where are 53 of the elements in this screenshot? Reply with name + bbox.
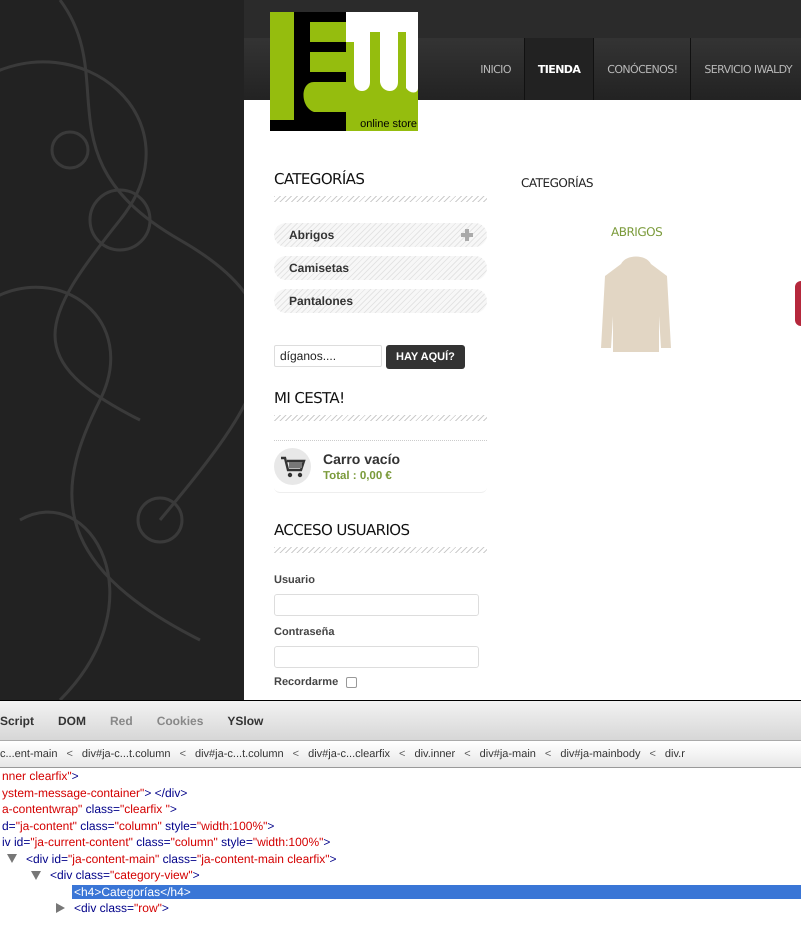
expanded-triangle-icon[interactable] (7, 854, 17, 864)
category-item[interactable]: Pantalones (274, 289, 487, 313)
breadcrumb-separator: < (180, 748, 186, 760)
plus-icon[interactable] (461, 229, 473, 241)
code-line[interactable]: iv id="ja-current-content" class="column" style="width:100%"> (0, 835, 334, 850)
search-field[interactable]: díganos.... (274, 345, 382, 367)
code-line[interactable]: a-contentwrap" class="clearfix "> (0, 802, 181, 816)
cart-total: Total : 0,00 € (323, 470, 393, 482)
logo-caption: online store (360, 118, 417, 131)
breadcrumb-separator: < (399, 748, 406, 760)
shopping-cart-icon (274, 448, 311, 485)
cart-status: Carro vacío (323, 451, 400, 467)
breadcrumb-link[interactable]: div.inner (414, 748, 456, 760)
breadcrumb-separator: < (649, 748, 656, 760)
breadcrumb-link[interactable]: c...ent-main (0, 748, 58, 760)
breadcrumb-link[interactable]: div#ja-c...t.column (82, 748, 171, 760)
page-heading: CATEGORÍAS (521, 176, 594, 190)
breadcrumb-separator: < (464, 748, 471, 760)
remember-checkbox[interactable] (346, 677, 358, 688)
expanded-triangle-icon[interactable] (31, 870, 41, 880)
module-title: ACCESO USUARIOS (274, 521, 410, 539)
breadcrumb-link[interactable]: div#ja-c...clearfix (308, 748, 390, 760)
nav-link[interactable]: INICIO (467, 38, 524, 100)
breadcrumb-link[interactable]: div.r (664, 748, 685, 760)
category-item[interactable]: Abrigos (274, 223, 487, 247)
breadcrumb-separator: < (292, 748, 300, 760)
breadcrumb-link[interactable]: div#ja-c...t.column (195, 748, 284, 760)
nav-link[interactable]: SERVICIO IWALDY (690, 38, 801, 100)
code-line[interactable]: <div class="category-view"> (48, 868, 204, 882)
breadcrumb-link[interactable]: div#ja-mainbody (560, 748, 640, 760)
code-line[interactable]: <div class="row"> (72, 901, 173, 916)
devtools-tab[interactable]: DOM (58, 714, 86, 728)
field-label: Usuario (274, 574, 316, 587)
code-line[interactable]: nner clearfix"> (0, 769, 83, 784)
breadcrumb-separator: < (66, 748, 73, 760)
remember-label: Recordarme (274, 676, 338, 689)
breadcrumb-separator: < (544, 748, 552, 760)
code-line[interactable]: d="ja-content" class="column" style="width:100%"> (0, 818, 278, 833)
module-title: CATEGORÍAS (274, 170, 366, 188)
code-line[interactable]: ystem-message-container"> </div> (0, 786, 192, 800)
nav-link[interactable]: TIENDA (524, 38, 594, 100)
devtools-tab[interactable]: YSlow (227, 714, 264, 728)
devtools-tab[interactable]: Script (0, 714, 34, 728)
breadcrumb-link[interactable]: div#ja-main (480, 748, 536, 760)
field-label: Contraseña (274, 626, 336, 639)
module-title: MI CESTA! (274, 389, 346, 407)
text-field[interactable] (274, 646, 479, 668)
search-button[interactable]: HAY AQUÍ? (386, 345, 465, 369)
code-line[interactable]: <div id="ja-content-main" class="ja-content-main clearfix"> (24, 852, 341, 866)
text-field[interactable] (274, 594, 479, 616)
collapsed-triangle-icon[interactable] (56, 903, 64, 914)
category-item[interactable]: Camisetas (274, 256, 487, 280)
nav-link[interactable]: CONÓCENOS! (593, 38, 690, 100)
